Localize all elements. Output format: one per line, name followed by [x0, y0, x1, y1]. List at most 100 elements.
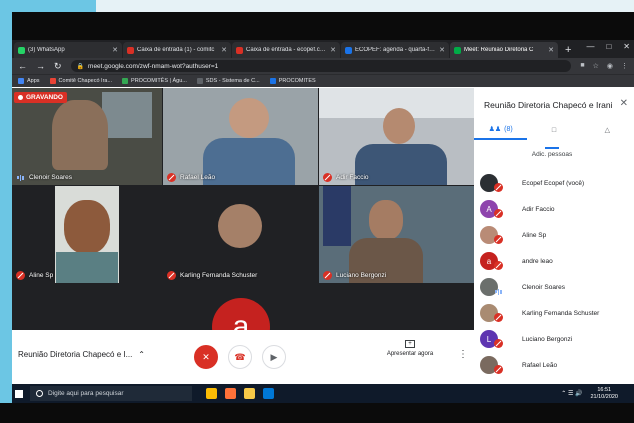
lock-icon: 🔒: [76, 63, 85, 70]
window-controls: — □ ✕: [586, 42, 630, 51]
browser-tab[interactable]: Caixa de entrada (1) - comitc ✕: [123, 42, 231, 58]
edge-icon[interactable]: [263, 388, 274, 399]
browser-tab[interactable]: Caixa de entrada - ecopef.com ✕: [232, 42, 340, 58]
menu-icon[interactable]: ⋮: [621, 62, 628, 70]
panel-title: Reunião Diretoria Chapecó e Irani: [484, 100, 613, 110]
camera-toggle-button[interactable]: ▶: [262, 345, 286, 369]
url-text: meet.google.com/zwf-nmam-wot?authuser=1: [88, 62, 219, 70]
video-tile: GRAVANDO Clenoir Soares: [12, 88, 162, 185]
tab-title: Caixa de entrada - ecopef.com: [246, 47, 328, 53]
leave-call-button[interactable]: ☎: [228, 345, 252, 369]
tab-favicon-icon: [345, 46, 352, 54]
extension-icon[interactable]: ◉: [607, 62, 613, 70]
mic-off-icon: ✕: [202, 351, 210, 362]
close-icon[interactable]: ✕: [620, 98, 628, 109]
browser-tab[interactable]: ECOPEF: agenda - quarta-feira ✕: [341, 42, 449, 58]
participant-avatar: [218, 204, 262, 248]
participant-row[interactable]: Ecopef Ecopef (você): [474, 170, 634, 196]
participant-row[interactable]: Aline Sp: [474, 222, 634, 248]
bookmark-item[interactable]: PROCOMITES: [269, 78, 316, 84]
tab-chat[interactable]: □: [527, 120, 580, 140]
minimize-icon[interactable]: —: [586, 42, 594, 51]
browser-tab[interactable]: Meet: Reunião Diretoria C ✕: [450, 42, 558, 58]
taskbar-search[interactable]: Digite aqui para pesquisar: [30, 386, 192, 401]
participant-row[interactable]: L Luciano Bergonzi: [474, 326, 634, 352]
meeting-name: Reunião Diretoria Chapecó e I...: [18, 350, 133, 359]
video-grid: GRAVANDO Clenoir Soares Rafael Leão Adir…: [12, 88, 474, 356]
present-now-button[interactable]: + Apresentar agora: [384, 340, 436, 357]
tab-favicon-icon: [18, 46, 25, 54]
new-tab-button[interactable]: +: [559, 42, 577, 58]
add-people-label: Adic. pessoas: [531, 151, 573, 158]
tab-strip: (3) WhatsApp ✕ Caixa de entrada (1) - comi…: [12, 40, 634, 58]
file-explorer-icon[interactable]: [244, 388, 255, 399]
tile-name: Clenoir Soares: [16, 173, 72, 182]
tile-name-label: Luciano Bergonzi: [336, 272, 387, 279]
participant-row[interactable]: A Adir Faccio: [474, 196, 634, 222]
participant-row[interactable]: Clenoir Soares: [474, 274, 634, 300]
participant-name: Karling Fernanda Schuster: [522, 309, 600, 317]
bookmark-item[interactable]: Comitê Chapecó Ira...: [49, 78, 112, 84]
bookmark-item[interactable]: PROCOMITÊS | Águ...: [122, 78, 187, 84]
bookmark-label: Apps: [27, 78, 40, 84]
mic-off-icon: [494, 209, 503, 218]
video-tile: Rafael Leão: [163, 88, 318, 185]
bookmark-item[interactable]: Apps: [18, 78, 40, 84]
bookmark-item[interactable]: SDS - Sistema de C...: [196, 78, 260, 84]
maximize-icon[interactable]: □: [606, 42, 611, 51]
bookmark-label: PROCOMITES: [278, 78, 316, 84]
close-tab-icon[interactable]: ✕: [548, 46, 554, 54]
close-tab-icon[interactable]: ✕: [221, 46, 227, 54]
mic-off-icon: [167, 271, 176, 280]
close-tab-icon[interactable]: ✕: [330, 46, 336, 54]
person-head: [369, 200, 403, 240]
cortana-icon: [36, 390, 43, 397]
participant-row[interactable]: Rafael Leão: [474, 352, 634, 378]
mic-toggle-button[interactable]: ✕: [194, 345, 218, 369]
participant-row[interactable]: a andre leao: [474, 248, 634, 274]
meeting-controls-bar: Reunião Diretoria Chapecó e I... ⌃ ✕ ☎ ▶ …: [12, 330, 474, 384]
star-icon[interactable]: ☆: [593, 62, 599, 70]
mic-off-icon: [323, 271, 332, 280]
mic-on-icon: [494, 287, 503, 296]
tab-activities[interactable]: △: [581, 120, 634, 140]
more-options-icon[interactable]: ⋮: [458, 349, 468, 360]
reload-icon[interactable]: ↻: [54, 61, 62, 72]
bookmark-favicon-icon: [49, 78, 56, 84]
tab-people[interactable]: ♟♟ (8): [474, 120, 528, 140]
panel-tabs: ♟♟ (8) □ △: [474, 120, 634, 140]
url-input[interactable]: 🔒 meet.google.com/zwf-nmam-wot?authuser=1: [70, 60, 572, 72]
back-icon[interactable]: ←: [18, 61, 27, 71]
tile-name-label: Aline Sp: [29, 272, 54, 279]
tile-name-label: Clenoir Soares: [29, 174, 72, 181]
search-placeholder: Digite aqui para pesquisar: [48, 390, 124, 397]
meeting-details[interactable]: Reunião Diretoria Chapecó e I... ⌃: [18, 350, 145, 359]
mic-off-icon: [494, 235, 503, 244]
taskbar-apps: [206, 388, 274, 399]
participant-name: Aline Sp: [522, 231, 547, 239]
tab-favicon-icon: [127, 46, 134, 54]
participant-row[interactable]: Karling Fernanda Schuster: [474, 300, 634, 326]
close-tab-icon[interactable]: ✕: [439, 46, 445, 54]
add-person-icon: [545, 145, 559, 149]
mic-off-icon: [494, 365, 503, 374]
browser-window: (3) WhatsApp ✕ Caixa de entrada (1) - comi…: [12, 40, 634, 384]
tile-name: Rafael Leão: [167, 173, 215, 182]
mic-on-icon: [16, 173, 25, 182]
system-tray-icons[interactable]: ⌃ ☰ 🔊: [561, 390, 582, 397]
bottom-decor-strip: [0, 403, 634, 423]
recording-dot-icon: [18, 95, 23, 100]
add-people-button[interactable]: Adic. pessoas: [530, 145, 574, 159]
participant-name: Clenoir Soares: [522, 283, 565, 291]
firefox-icon[interactable]: [225, 388, 236, 399]
mic-off-icon: [494, 183, 503, 192]
close-tab-icon[interactable]: ✕: [112, 46, 118, 54]
browser-tab[interactable]: (3) WhatsApp ✕: [14, 42, 122, 58]
clock[interactable]: 16:51 21/10/2020: [590, 387, 634, 401]
bookmark-favicon-icon: [122, 78, 129, 84]
windows-start-icon[interactable]: [12, 384, 26, 403]
forward-icon[interactable]: →: [36, 61, 45, 71]
camera-indicator-icon[interactable]: ■: [580, 62, 584, 70]
close-window-icon[interactable]: ✕: [623, 42, 630, 51]
chrome-icon[interactable]: [206, 388, 217, 399]
